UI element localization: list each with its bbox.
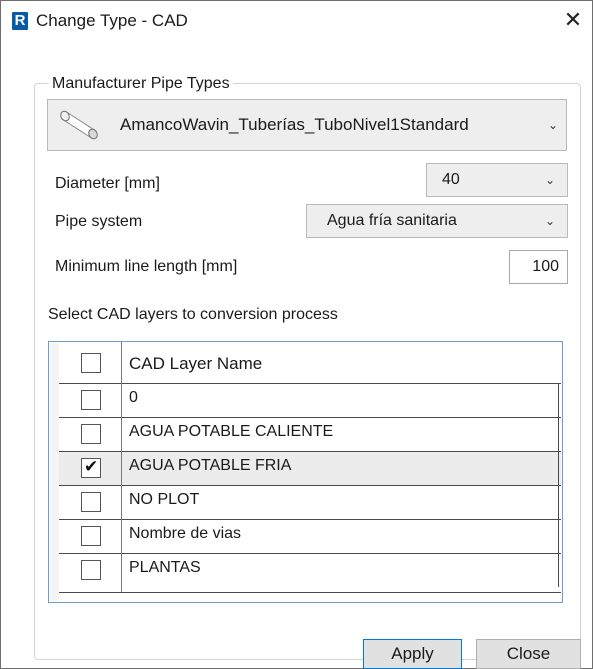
table-row[interactable]: ✔ AGUA POTABLE FRIA	[59, 451, 561, 485]
chevron-down-icon: ⌄	[548, 118, 559, 132]
grid-header-row: CAD Layer Name	[59, 343, 561, 383]
close-window-button[interactable]: ✕	[560, 7, 586, 33]
revit-app-icon: R	[12, 12, 28, 30]
pipe-thumbnail-icon	[60, 110, 98, 140]
diameter-label: Diameter [mm]	[55, 175, 160, 192]
pipe-type-dropdown[interactable]: AmancoWavin_Tuberías_TuboNivel1Standard …	[47, 99, 567, 151]
table-row[interactable]: Nombre de vias	[59, 519, 561, 553]
row-checkbox[interactable]	[81, 526, 101, 546]
change-type-dialog: R Change Type - CAD ✕ Manufacturer Pipe …	[0, 0, 593, 669]
layers-section-label: Select CAD layers to conversion process	[48, 306, 338, 323]
checkmark-icon: ✔	[84, 457, 99, 476]
layer-name-cell: PLANTAS	[129, 559, 201, 576]
pipe-system-label: Pipe system	[55, 213, 143, 230]
grid-column-divider	[121, 342, 122, 592]
pipe-system-value: Agua fría sanitaria	[327, 212, 457, 229]
layer-name-cell: AGUA POTABLE FRIA	[129, 457, 292, 474]
chevron-down-icon: ⌄	[545, 173, 556, 187]
chevron-down-icon: ⌄	[545, 214, 556, 228]
dialog-title: Change Type - CAD	[36, 11, 188, 30]
diameter-value: 40	[442, 171, 460, 188]
table-row[interactable]: PLANTAS	[59, 553, 561, 587]
row-checkbox[interactable]	[81, 424, 101, 444]
layer-name-cell: Nombre de vias	[129, 525, 242, 542]
row-checkbox[interactable]	[81, 390, 101, 410]
group-label: Manufacturer Pipe Types	[49, 75, 233, 93]
close-button[interactable]: Close	[476, 639, 581, 669]
min-length-label: Minimum line length [mm]	[55, 258, 238, 275]
row-checkbox[interactable]: ✔	[81, 457, 101, 478]
layer-name-cell: 0	[129, 389, 138, 406]
table-row[interactable]: AGUA POTABLE CALIENTE	[59, 417, 561, 451]
pipe-type-value: AmancoWavin_Tuberías_TuboNivel1Standard	[120, 115, 469, 134]
diameter-dropdown[interactable]: 40 ⌄	[426, 163, 568, 197]
row-checkbox[interactable]	[81, 560, 101, 580]
layer-name-cell: NO PLOT	[129, 491, 200, 508]
pipe-system-dropdown[interactable]: Agua fría sanitaria ⌄	[306, 204, 568, 238]
table-row[interactable]: NO PLOT	[59, 485, 561, 519]
column-header-cad-layer-name: CAD Layer Name	[129, 354, 263, 373]
select-all-checkbox[interactable]	[81, 353, 101, 373]
min-length-value: 100	[532, 258, 559, 275]
title-bar: R Change Type - CAD ✕	[1, 1, 592, 41]
layer-name-cell: AGUA POTABLE CALIENTE	[129, 423, 334, 440]
row-header-column	[50, 343, 59, 601]
apply-button[interactable]: Apply	[363, 639, 462, 669]
grid-bottom-border	[59, 592, 561, 593]
min-length-input[interactable]: 100	[509, 250, 568, 284]
table-row[interactable]: 0	[59, 383, 561, 417]
row-checkbox[interactable]	[81, 492, 101, 512]
cad-layers-grid: CAD Layer Name 0 AGUA POTABLE CALIENTE ✔…	[48, 341, 563, 603]
